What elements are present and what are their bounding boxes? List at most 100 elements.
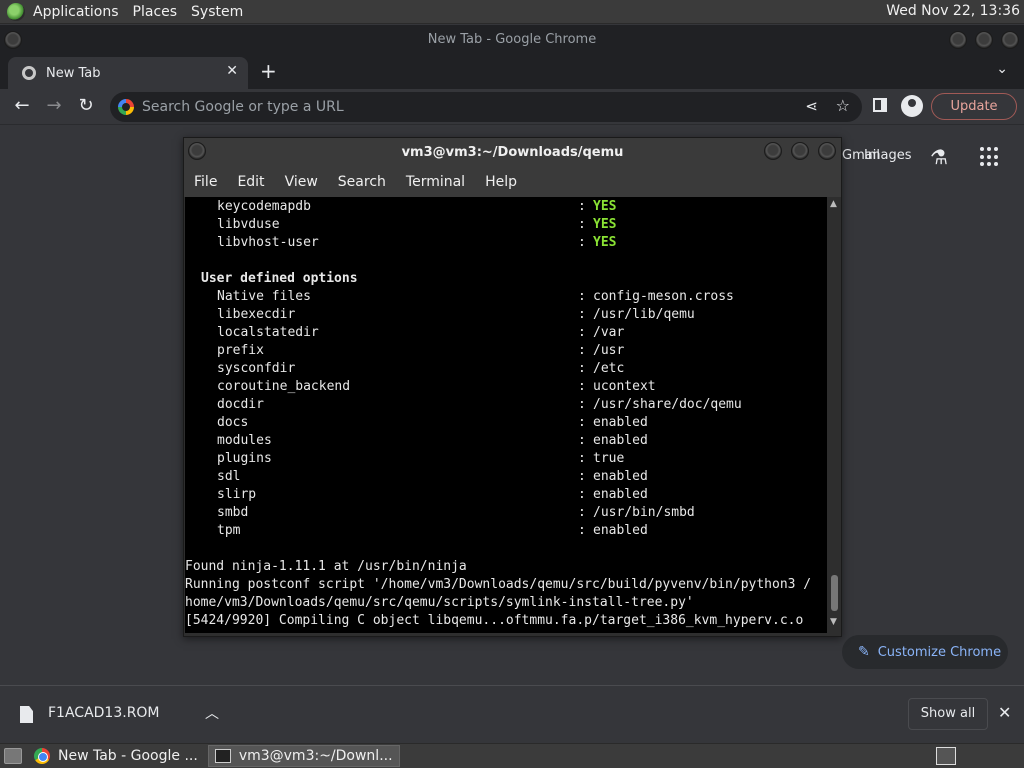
option-name: sysconfdir	[217, 361, 296, 376]
terminal-line: docdir: /usr/share/doc/qemu	[185, 396, 827, 414]
terminal-window[interactable]: vm3@vm3:~/Downloads/qemu File Edit View …	[183, 137, 842, 637]
tab-new-tab[interactable]: New Tab ✕	[8, 57, 248, 89]
chrome-titlebar: New Tab - Google Chrome	[0, 25, 1024, 55]
close-tab-icon[interactable]: ✕	[226, 63, 238, 79]
omnibox[interactable]: Search Google or type a URL ⋖ ☆	[110, 92, 862, 122]
profile-avatar-icon[interactable]	[901, 95, 923, 117]
top-panel: Applications Places System Wed Nov 22, 1…	[0, 0, 1024, 24]
chevron-down-icon[interactable]: ⌄	[996, 61, 1008, 77]
option-value: YES	[593, 235, 617, 250]
minimize-icon[interactable]	[764, 142, 782, 160]
close-window-icon[interactable]	[1001, 31, 1019, 49]
customize-chrome-button[interactable]: ✎ Customize Chrome	[842, 635, 1008, 669]
option-value: enabled	[593, 415, 648, 430]
download-item-name[interactable]: F1ACAD13.ROM	[48, 705, 160, 721]
terminal-line: docs: enabled	[185, 414, 827, 432]
terminal-titlebar[interactable]: vm3@vm3:~/Downloads/qemu	[184, 138, 841, 167]
separator: :	[578, 217, 586, 232]
share-icon[interactable]: ⋖	[805, 97, 818, 115]
menu-help[interactable]: Help	[475, 174, 527, 190]
terminal-line: Native files: config-meson.cross	[185, 288, 827, 306]
labs-flask-icon[interactable]: ⚗	[930, 145, 948, 169]
menu-file[interactable]: File	[184, 174, 227, 190]
terminal-line: home/vm3/Downloads/qemu/src/qemu/scripts…	[185, 595, 694, 610]
tab-strip: New Tab ✕ + ⌄	[0, 55, 1024, 89]
chrome-favicon-icon	[22, 66, 36, 80]
separator: :	[578, 343, 586, 358]
section-header: User defined options	[201, 271, 358, 286]
terminal-line: libexecdir: /usr/lib/qemu	[185, 306, 827, 324]
scroll-up-icon[interactable]: ▲	[830, 199, 837, 209]
applications-menu[interactable]: Applications	[31, 4, 127, 20]
menu-terminal[interactable]: Terminal	[396, 174, 475, 190]
separator: :	[578, 307, 586, 322]
new-tab-icon[interactable]: +	[260, 59, 277, 83]
show-desktop-icon[interactable]	[4, 748, 22, 764]
scrollbar-thumb[interactable]	[831, 575, 838, 611]
option-value: YES	[593, 217, 617, 232]
terminal-line: libvhost-user: YES	[185, 234, 827, 252]
bookmark-star-icon[interactable]: ☆	[836, 96, 850, 115]
terminal-line: Found ninja-1.11.1 at /usr/bin/ninja	[185, 559, 467, 574]
terminal-window-title: vm3@vm3:~/Downloads/qemu	[401, 145, 624, 160]
window-menu-icon[interactable]	[188, 142, 206, 160]
panel-clock[interactable]: Wed Nov 22, 13:36	[886, 3, 1020, 19]
side-panel-icon[interactable]	[873, 98, 887, 112]
distro-logo-icon[interactable]	[7, 2, 25, 21]
separator: :	[578, 397, 586, 412]
option-name: prefix	[217, 343, 264, 358]
separator: :	[578, 415, 586, 430]
option-name: sdl	[217, 469, 241, 484]
terminal-line: localstatedir: /var	[185, 324, 827, 342]
forward-arrow-icon[interactable]: →	[42, 94, 66, 118]
terminal-line: prefix: /usr	[185, 342, 827, 360]
show-all-button[interactable]: Show all	[908, 698, 988, 730]
taskbar-item-terminal[interactable]: vm3@vm3:~/Downl...	[207, 745, 400, 767]
separator: :	[578, 487, 586, 502]
images-link[interactable]: Images	[864, 148, 912, 163]
option-value: true	[593, 451, 625, 466]
close-window-icon[interactable]	[818, 142, 836, 160]
update-button[interactable]: Update	[931, 93, 1017, 120]
terminal-line: tpm: enabled	[185, 522, 827, 540]
minimize-icon[interactable]	[949, 31, 967, 49]
option-name: plugins	[217, 451, 272, 466]
scroll-down-icon[interactable]: ▼	[830, 617, 837, 627]
chevron-up-icon[interactable]: ︿	[205, 703, 219, 723]
menu-edit[interactable]: Edit	[227, 174, 274, 190]
option-value: /var	[593, 325, 625, 340]
option-name: libexecdir	[217, 307, 296, 322]
terminal-scrollbar[interactable]: ▲ ▼	[828, 197, 841, 633]
places-menu[interactable]: Places	[131, 4, 186, 20]
terminal-line: slirp: enabled	[185, 486, 827, 504]
customize-chrome-label: Customize Chrome	[877, 644, 1002, 660]
system-menu[interactable]: System	[189, 4, 251, 20]
option-value: config-meson.cross	[593, 289, 734, 304]
maximize-icon[interactable]	[975, 31, 993, 49]
workspace-switcher[interactable]	[936, 747, 956, 765]
update-label: Update	[950, 99, 998, 114]
terminal-icon	[214, 749, 231, 763]
separator: :	[578, 199, 586, 214]
option-value: /usr/share/doc/qemu	[593, 397, 742, 412]
option-value: /usr	[593, 343, 625, 358]
separator: :	[578, 469, 586, 484]
terminal-output[interactable]: keycodemapdb: YES libvduse: YES libvhost-use…	[185, 197, 827, 633]
menu-search[interactable]: Search	[328, 174, 396, 190]
option-name: libvduse	[217, 217, 280, 232]
taskbar-item-chrome[interactable]: New Tab - Google ...	[28, 745, 204, 767]
separator: :	[578, 361, 586, 376]
option-value: enabled	[593, 523, 648, 538]
separator: :	[578, 505, 586, 520]
close-download-bar-icon[interactable]: ✕	[998, 703, 1011, 722]
back-arrow-icon[interactable]: ←	[10, 94, 34, 118]
google-apps-icon[interactable]	[980, 147, 1000, 167]
menu-view[interactable]: View	[275, 174, 328, 190]
reload-icon[interactable]: ↻	[74, 94, 98, 118]
option-name: smbd	[217, 505, 249, 520]
option-value: /etc	[593, 361, 625, 376]
option-name: Native files	[217, 289, 311, 304]
maximize-icon[interactable]	[791, 142, 809, 160]
window-menu-icon[interactable]	[4, 31, 22, 49]
